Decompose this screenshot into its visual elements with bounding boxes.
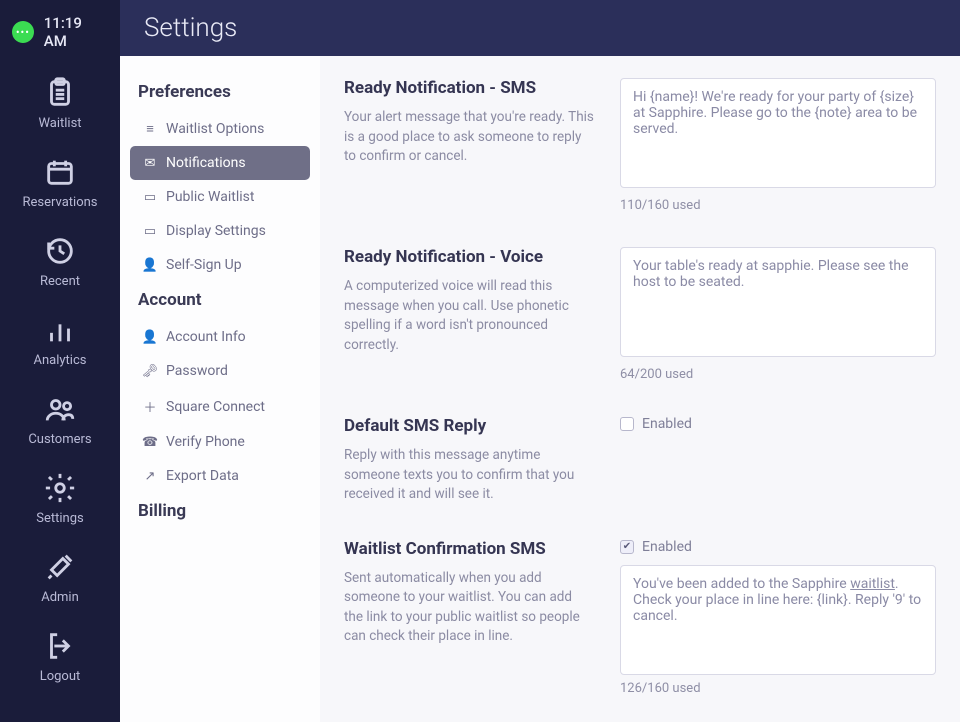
- logout-icon: [39, 627, 81, 665]
- sidebar-item-label: Notifications: [166, 155, 246, 171]
- sidebar-item-password[interactable]: 🗝 Password: [130, 354, 310, 388]
- phone-icon: ☎: [142, 435, 158, 450]
- settings-group-title: Account: [130, 282, 310, 320]
- section-default-reply: Default SMS Reply Reply with this messag…: [344, 408, 936, 531]
- sidebar-item-square-connect[interactable]: ＋ Square Connect: [130, 388, 310, 425]
- form-area: Ready Notification - SMS Your alert mess…: [320, 56, 960, 722]
- main: Settings Preferences ≡ Waitlist Options …: [120, 0, 960, 722]
- sidebar-item-label: Public Waitlist: [166, 189, 254, 205]
- nav-label: Analytics: [34, 353, 87, 368]
- char-counter: 110/160 used: [620, 198, 936, 213]
- section-desc: Reply with this message anytime someone …: [344, 446, 594, 505]
- enabled-label: Enabled: [642, 416, 692, 432]
- section-ready-voice: Ready Notification - Voice A computerize…: [344, 239, 936, 408]
- msg-link-text: waitlist: [850, 576, 895, 592]
- nav-label: Admin: [41, 590, 79, 605]
- section-title: Ready Notification - Voice: [344, 247, 594, 267]
- settings-group-title: Billing: [130, 493, 310, 531]
- char-counter: 64/200 used: [620, 367, 936, 382]
- person-icon: 👤: [142, 258, 158, 273]
- nav-label: Reservations: [22, 195, 97, 210]
- clipboard-icon: [39, 74, 81, 112]
- section-ready-sms: Ready Notification - SMS Your alert mess…: [344, 70, 936, 239]
- nav-top: ••• 11:19 AM: [0, 0, 120, 60]
- nav-item-waitlist[interactable]: Waitlist: [0, 66, 120, 141]
- ready-sms-textarea[interactable]: [620, 78, 936, 188]
- sidebar-item-label: Verify Phone: [166, 434, 245, 450]
- enabled-checkbox[interactable]: [620, 417, 634, 431]
- gear-icon: [39, 469, 81, 507]
- enable-row: Enabled: [620, 416, 936, 432]
- nav-item-logout[interactable]: Logout: [0, 619, 120, 694]
- enabled-checkbox[interactable]: [620, 540, 634, 554]
- enable-row: Enabled: [620, 539, 936, 555]
- section-waitlist-confirm: Waitlist Confirmation SMS Sent automatic…: [344, 531, 936, 722]
- waitlist-confirm-textarea[interactable]: You've been added to the Sapphire waitli…: [620, 565, 936, 675]
- sidebar-item-label: Display Settings: [166, 223, 266, 239]
- section-title: Waitlist Confirmation SMS: [344, 539, 594, 559]
- clock: 11:19 AM: [44, 14, 108, 50]
- sidebar-item-verify-phone[interactable]: ☎ Verify Phone: [130, 425, 310, 459]
- sidebar-item-account-info[interactable]: 👤 Account Info: [130, 320, 310, 354]
- status-indicator[interactable]: •••: [12, 21, 34, 43]
- chat-icon: ✉: [142, 156, 158, 171]
- sidebar-item-display-settings[interactable]: ▭ Display Settings: [130, 214, 310, 248]
- history-icon: [39, 232, 81, 270]
- sliders-icon: ≡: [142, 121, 158, 137]
- nav-item-admin[interactable]: Admin: [0, 540, 120, 615]
- nav-item-settings[interactable]: Settings: [0, 461, 120, 536]
- sidebar-item-label: Password: [166, 363, 228, 379]
- section-desc: Your alert message that you're ready. Th…: [344, 108, 594, 167]
- section-desc: Sent automatically when you add someone …: [344, 569, 594, 647]
- sidebar-item-label: Waitlist Options: [166, 121, 264, 137]
- settings-group-title: Preferences: [130, 74, 310, 112]
- msg-text: You've been added to the Sapphire: [633, 576, 850, 592]
- screen-icon: ▭: [142, 224, 158, 239]
- nav-item-reservations[interactable]: Reservations: [0, 145, 120, 220]
- people-icon: [39, 390, 81, 428]
- nav-label: Logout: [40, 669, 81, 684]
- tools-icon: [39, 548, 81, 586]
- bar-chart-icon: [39, 311, 81, 349]
- section-title: Default SMS Reply: [344, 416, 594, 436]
- screen-icon: ▭: [142, 190, 158, 205]
- sidebar-item-notifications[interactable]: ✉ Notifications: [130, 146, 310, 180]
- section-title: Ready Notification - SMS: [344, 78, 594, 98]
- sidebar-item-self-sign-up[interactable]: 👤 Self-Sign Up: [130, 248, 310, 282]
- nav-item-analytics[interactable]: Analytics: [0, 303, 120, 378]
- key-icon: 🗝: [142, 364, 158, 379]
- ready-voice-textarea[interactable]: [620, 247, 936, 357]
- sidebar-item-label: Self-Sign Up: [166, 257, 242, 273]
- nav-item-customers[interactable]: Customers: [0, 382, 120, 457]
- settings-sidebar: Preferences ≡ Waitlist Options ✉ Notific…: [120, 56, 320, 722]
- sidebar-item-label: Export Data: [166, 468, 239, 484]
- square-icon: ＋: [142, 397, 158, 416]
- content: Preferences ≡ Waitlist Options ✉ Notific…: [120, 56, 960, 722]
- person-icon: 👤: [142, 330, 158, 345]
- char-counter: 126/160 used: [620, 681, 936, 696]
- sidebar-item-label: Account Info: [166, 329, 246, 345]
- page-title: Settings: [120, 0, 960, 56]
- nav-label: Customers: [28, 432, 91, 447]
- nav-label: Recent: [40, 274, 80, 289]
- sidebar-item-public-waitlist[interactable]: ▭ Public Waitlist: [130, 180, 310, 214]
- sidebar-item-waitlist-options[interactable]: ≡ Waitlist Options: [130, 112, 310, 146]
- nav-label: Settings: [36, 511, 83, 526]
- nav-item-recent[interactable]: Recent: [0, 224, 120, 299]
- calendar-icon: [39, 153, 81, 191]
- sidebar-item-export-data[interactable]: ↗ Export Data: [130, 459, 310, 493]
- app-nav: ••• 11:19 AM Waitlist Reservations Recen…: [0, 0, 120, 722]
- export-icon: ↗: [142, 469, 158, 484]
- nav-items: Waitlist Reservations Recent Analytics C: [0, 60, 120, 694]
- enabled-label: Enabled: [642, 539, 692, 555]
- sidebar-item-label: Square Connect: [166, 399, 265, 415]
- section-desc: A computerized voice will read this mess…: [344, 277, 594, 355]
- nav-label: Waitlist: [38, 116, 81, 131]
